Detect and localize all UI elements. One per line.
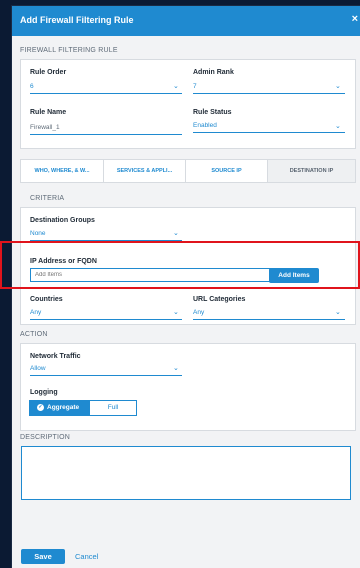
tab-destination-ip[interactable]: DESTINATION IP [268,160,355,182]
logging-aggregate-option[interactable]: ✓ Aggregate [30,401,90,415]
admin-rank-value[interactable]: 7 [193,83,197,90]
chevron-down-icon[interactable]: ⌄ [335,308,341,316]
section-action: ACTION [20,331,48,338]
section-criteria: CRITERIA [30,195,65,202]
close-icon[interactable]: × [352,13,358,25]
network-traffic-underline [30,375,182,376]
modal-header: Add Firewall Filtering Rule × [12,6,360,36]
destination-groups-label: Destination Groups [30,217,95,224]
logging-full-option[interactable]: Full [90,401,136,415]
admin-rank-label: Admin Rank [193,69,234,76]
rule-order-underline [30,93,182,94]
check-icon: ✓ [37,403,44,411]
countries-underline [30,319,182,320]
criteria-tabs: WHO, WHERE, & W... SERVICES & APPLI... S… [20,159,356,183]
tab-who-where[interactable]: WHO, WHERE, & W... [21,160,104,182]
rule-order-label: Rule Order [30,69,67,76]
chevron-down-icon[interactable]: ⌄ [173,229,179,237]
rule-status-underline [193,132,345,133]
network-traffic-label: Network Traffic [30,353,81,360]
modal-title: Add Firewall Filtering Rule [20,15,134,25]
admin-rank-underline [193,93,345,94]
cancel-button[interactable]: Cancel [75,552,98,561]
logging-toggle: ✓ Aggregate Full [29,400,137,416]
save-button[interactable]: Save [21,549,65,564]
chevron-down-icon[interactable]: ⌄ [335,82,341,90]
rule-order-value[interactable]: 6 [30,83,34,90]
url-categories-value[interactable]: Any [193,309,204,316]
destination-groups-value[interactable]: None [30,230,46,237]
section-firewall-rule: FIREWALL FILTERING RULE [20,47,118,54]
highlight-box [0,241,360,289]
modal-footer: Save Cancel [12,540,360,568]
tab-source-ip[interactable]: SOURCE IP [186,160,268,182]
chevron-down-icon[interactable]: ⌄ [173,364,179,372]
rule-status-label: Rule Status [193,109,232,116]
chevron-down-icon[interactable]: ⌄ [335,122,341,130]
section-description: DESCRIPTION [20,434,71,441]
rule-name-underline [30,134,182,135]
action-card: Network Traffic Allow ⌄ Logging [20,343,356,431]
chevron-down-icon[interactable]: ⌄ [173,82,179,90]
chevron-down-icon[interactable]: ⌄ [173,308,179,316]
rule-name-label: Rule Name [30,109,67,116]
url-categories-label: URL Categories [193,296,246,303]
network-traffic-value[interactable]: Allow [30,365,46,372]
rule-status-value[interactable]: Enabled [193,122,217,129]
description-textarea[interactable] [21,446,351,500]
rule-name-input[interactable]: Firewall_1 [30,124,60,131]
countries-value[interactable]: Any [30,309,41,316]
countries-label: Countries [30,296,63,303]
rule-card: Rule Order 6 ⌄ Admin Rank 7 ⌄ Rule Name … [20,59,356,149]
aggregate-label: Aggregate [47,404,80,411]
url-categories-underline [193,319,345,320]
logging-label: Logging [30,389,58,396]
tab-services-applications[interactable]: SERVICES & APPLI... [104,160,186,182]
